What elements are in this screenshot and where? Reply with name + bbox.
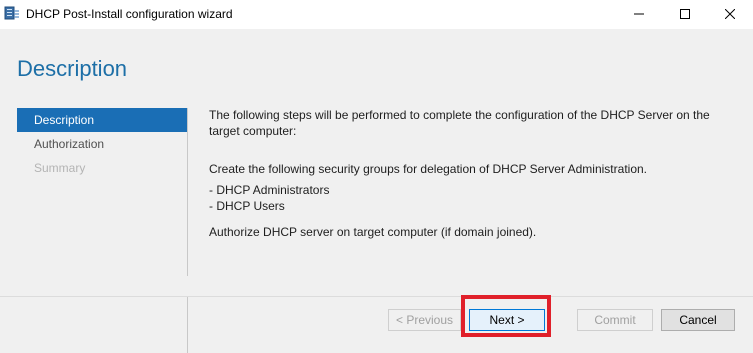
wizard-header: Description bbox=[0, 29, 753, 100]
next-button-highlight bbox=[461, 295, 551, 337]
maximize-icon bbox=[680, 6, 690, 24]
minimize-button[interactable] bbox=[616, 0, 662, 29]
window-title: DHCP Post-Install configuration wizard bbox=[26, 7, 233, 21]
wizard-window: DHCP Post-Install configuration wizard D… bbox=[0, 0, 753, 353]
close-icon bbox=[724, 6, 736, 24]
nav-item-description[interactable]: Description bbox=[17, 108, 187, 132]
previous-button[interactable]: < Previous bbox=[388, 309, 461, 331]
cancel-button[interactable]: Cancel bbox=[661, 309, 735, 331]
wizard-footer: < Previous Next > Commit Cancel bbox=[0, 297, 753, 353]
nav-item-summary: Summary bbox=[34, 161, 86, 175]
wizard-nav: Description Authorization Summary bbox=[17, 108, 187, 180]
title-bar: DHCP Post-Install configuration wizard bbox=[0, 0, 753, 29]
commit-button[interactable]: Commit bbox=[577, 309, 653, 331]
dhcp-server-icon bbox=[4, 5, 20, 21]
minimize-icon bbox=[634, 6, 644, 24]
nav-divider bbox=[187, 108, 188, 276]
description-content: The following steps will be performed to… bbox=[209, 107, 729, 240]
maximize-button[interactable] bbox=[662, 0, 708, 29]
groups-list: - DHCP Administrators - DHCP Users bbox=[209, 182, 729, 214]
page-title: Description bbox=[17, 56, 128, 81]
list-item: - DHCP Users bbox=[209, 199, 285, 213]
authorize-text: Authorize DHCP server on target computer… bbox=[209, 225, 537, 239]
nav-item-authorization[interactable]: Authorization bbox=[17, 132, 187, 156]
intro-text: The following steps will be performed to… bbox=[209, 108, 710, 138]
close-button[interactable] bbox=[707, 0, 753, 29]
list-item: - DHCP Administrators bbox=[209, 183, 330, 197]
groups-heading: Create the following security groups for… bbox=[209, 162, 647, 176]
footer-nav-divider bbox=[187, 297, 188, 353]
